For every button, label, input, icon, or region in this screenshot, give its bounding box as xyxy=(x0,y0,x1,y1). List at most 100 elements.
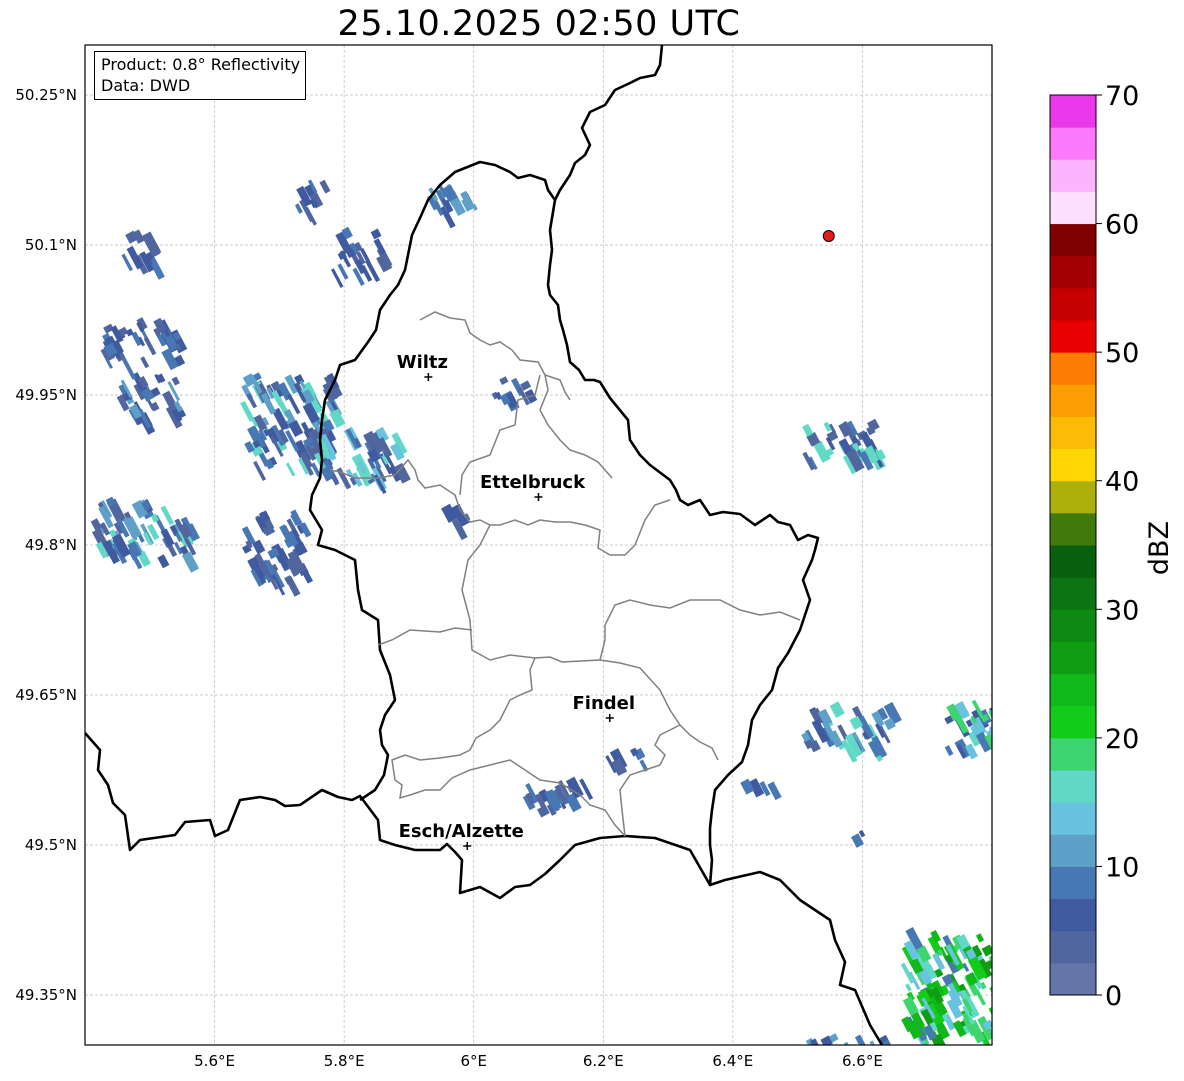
radar-echo-cell xyxy=(767,781,782,801)
radar-echo-cell xyxy=(499,376,509,385)
radar-echo-cell xyxy=(370,228,382,240)
radar-echo-cell xyxy=(304,206,317,226)
data-source-label: Data: DWD xyxy=(101,76,191,95)
radar-echo-cell xyxy=(171,376,180,386)
radar-echo-cell xyxy=(989,985,992,1006)
city-marker-icon xyxy=(605,714,614,722)
city-marker-icon xyxy=(534,493,543,501)
radar-echo-cell xyxy=(337,263,349,280)
radar-map: WiltzEttelbruckFindelEsch/Alzette 5.6°E 5… xyxy=(15,44,1175,1070)
info-box: Product: 0.8° Reflectivity Data: DWD xyxy=(94,51,307,100)
lat-tick-label: 49.35°N xyxy=(15,986,77,1004)
lon-tick-label: 6.6°E xyxy=(842,1052,883,1070)
radar-echo-cell xyxy=(905,983,912,992)
radar-echo-cell xyxy=(330,473,340,486)
colorbar-segment xyxy=(1050,191,1096,225)
colorbar-tick-label: 70 xyxy=(1105,81,1139,112)
colorbar-segment xyxy=(1050,577,1096,610)
city-label: Esch/Alzette xyxy=(399,821,524,842)
colorbar-segment xyxy=(1050,609,1096,642)
radar-site-marker xyxy=(822,230,835,242)
radar-echo-cell xyxy=(944,745,954,757)
colorbar-segment xyxy=(1050,673,1096,707)
city-marker-icon xyxy=(463,842,472,850)
colorbar-segment xyxy=(1050,416,1096,450)
colorbar-tick-label: 60 xyxy=(1105,210,1139,241)
colorbar-segment xyxy=(1050,223,1096,257)
colorbar-segment xyxy=(1050,737,1096,771)
colorbar-segment xyxy=(1050,802,1096,835)
colorbar-segment xyxy=(1050,866,1096,900)
lon-tick-label: 5.6°E xyxy=(194,1052,235,1070)
colorbar-segment xyxy=(1050,480,1096,514)
colorbar-tick-label: 0 xyxy=(1105,981,1122,1012)
colorbar-segment xyxy=(1050,705,1096,739)
colorbar-segment xyxy=(1050,448,1096,482)
colorbar-tick-label: 50 xyxy=(1105,338,1139,369)
colorbar-tick-label: 20 xyxy=(1105,724,1139,755)
radar-echo-cell xyxy=(854,1034,868,1045)
country-border xyxy=(85,732,884,1045)
radar-echo-cell xyxy=(121,357,137,380)
lat-tick-label: 50.1°N xyxy=(25,236,77,254)
city-label: Ettelbruck xyxy=(480,472,586,493)
city-label: Wiltz xyxy=(397,352,448,373)
colorbar-segment xyxy=(1050,962,1096,996)
colorbar-segment xyxy=(1050,127,1096,160)
canton-borders xyxy=(391,657,626,837)
lon-tick-label: 5.8°E xyxy=(324,1052,365,1070)
radar-echo-cell xyxy=(988,1005,992,1019)
colorbar-segment xyxy=(1050,95,1096,128)
colorbar-label: dBZ xyxy=(1144,521,1175,575)
lat-tick-label: 49.95°N xyxy=(15,386,77,404)
colorbar-segment xyxy=(1050,159,1096,192)
canton-borders xyxy=(377,627,473,646)
lat-tick-label: 49.8°N xyxy=(25,536,77,554)
radar-echo-cell xyxy=(160,505,175,526)
gridlines xyxy=(85,45,992,1045)
colorbar-tick-label: 10 xyxy=(1105,852,1139,883)
radar-echo-cell xyxy=(974,989,986,1006)
radar-echo-cell xyxy=(140,356,150,369)
colorbar-segment xyxy=(1050,512,1096,546)
city-label: Findel xyxy=(572,693,635,714)
colorbar-segment xyxy=(1050,930,1096,964)
axis-ticks: 5.6°E 5.8°E 6°E 6.2°E 6.4°E 6.6°E 50.25°N 50.1°… xyxy=(15,86,883,1070)
lat-tick-label: 49.5°N xyxy=(25,836,77,854)
colorbar-segment xyxy=(1050,770,1096,803)
radar-echo-cell xyxy=(319,179,331,194)
colorbar-segment xyxy=(1050,255,1096,289)
canton-borders xyxy=(619,724,681,837)
colorbar-segment xyxy=(1050,545,1096,578)
radar-echo-cell xyxy=(157,554,170,569)
radar-echo-cell xyxy=(988,708,992,726)
canton-borders xyxy=(461,524,801,663)
radar-echo-cell xyxy=(373,238,386,255)
colorbar-segment xyxy=(1050,352,1096,385)
radar-echo-cell xyxy=(975,933,985,943)
colorbar: 0 10 20 30 40 50 60 70 dBZ xyxy=(1049,81,1175,1012)
radar-echoes xyxy=(90,179,992,1045)
radar-echo-cell xyxy=(829,701,845,719)
colorbar-segment xyxy=(1050,287,1096,321)
colorbar-segment xyxy=(1050,898,1096,932)
product-label: Product: 0.8° Reflectivity xyxy=(101,55,301,74)
lon-tick-label: 6°E xyxy=(460,1052,487,1070)
lat-tick-label: 50.25°N xyxy=(15,86,77,104)
radar-echo-cell xyxy=(285,462,296,477)
colorbar-segment xyxy=(1050,834,1096,867)
colorbar-tick-label: 40 xyxy=(1105,467,1139,498)
colorbar-tick-label: 30 xyxy=(1105,595,1139,626)
lat-tick-label: 49.65°N xyxy=(15,686,77,704)
colorbar-segment xyxy=(1050,320,1096,353)
lon-tick-label: 6.2°E xyxy=(583,1052,624,1070)
colorbar-segment xyxy=(1050,384,1096,417)
colorbar-segment xyxy=(1050,641,1096,675)
radar-echo-cell xyxy=(285,575,301,597)
city-markers: Wiltz Ettelbruck Findel Esch/Alzette xyxy=(395,351,637,850)
canton-borders xyxy=(539,374,613,479)
radar-echo-cell xyxy=(843,1041,852,1045)
germany-belgium-border xyxy=(553,45,664,201)
lon-tick-label: 6.4°E xyxy=(712,1052,753,1070)
radar-echo-cell xyxy=(181,551,200,573)
